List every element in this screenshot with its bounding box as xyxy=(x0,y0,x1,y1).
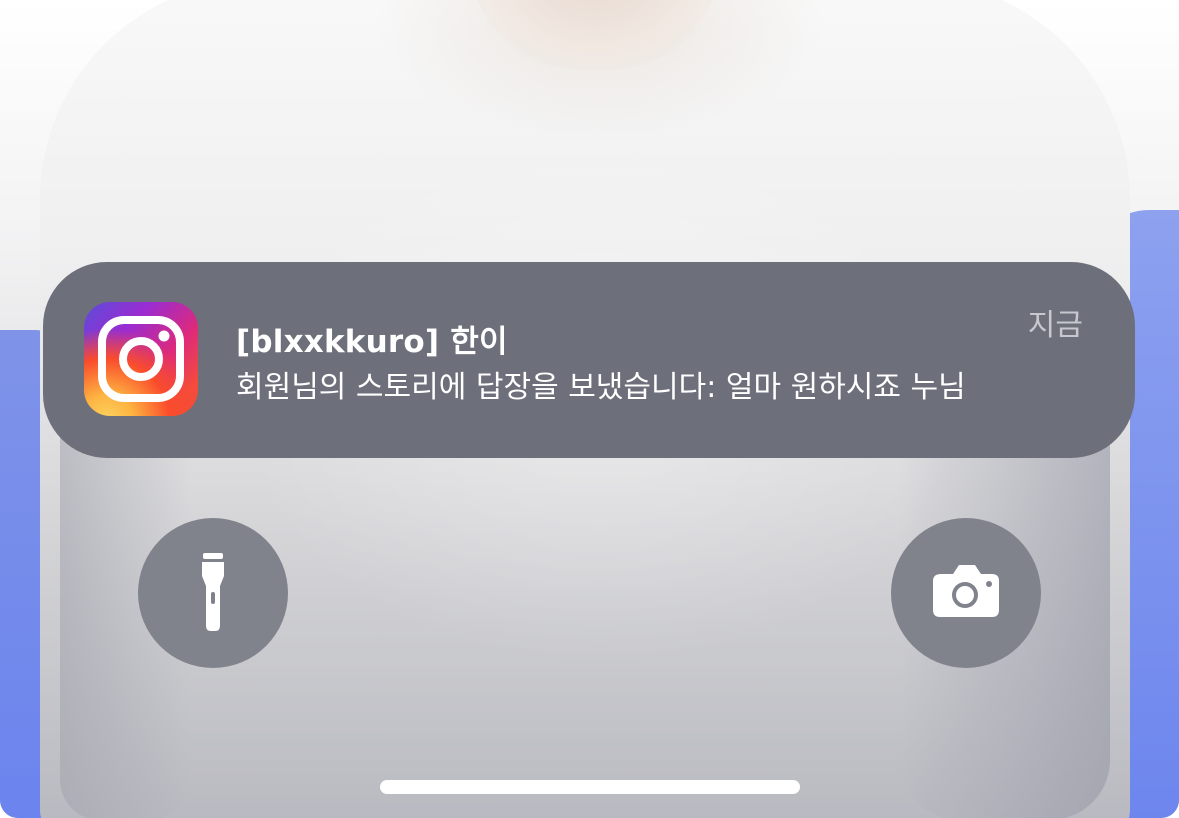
instagram-icon xyxy=(84,302,198,416)
flashlight-button[interactable] xyxy=(138,518,288,668)
notification-banner[interactable]: [blxxkkuro] 한이 회원님의 스토리에 답장을 보냈습니다: 얼마 원… xyxy=(43,262,1135,458)
notification-time: 지금 xyxy=(1027,308,1083,343)
flashlight-icon xyxy=(202,553,224,631)
camera-icon xyxy=(933,565,999,617)
notification-body: 회원님의 스토리에 답장을 보냈습니다: 얼마 원하시죠 누님 xyxy=(236,370,966,405)
lock-screen: [blxxkkuro] 한이 회원님의 스토리에 답장을 보냈습니다: 얼마 원… xyxy=(0,0,1179,818)
notification-title: [blxxkkuro] 한이 xyxy=(236,324,508,360)
home-indicator[interactable] xyxy=(380,780,800,794)
camera-button[interactable] xyxy=(891,518,1041,668)
